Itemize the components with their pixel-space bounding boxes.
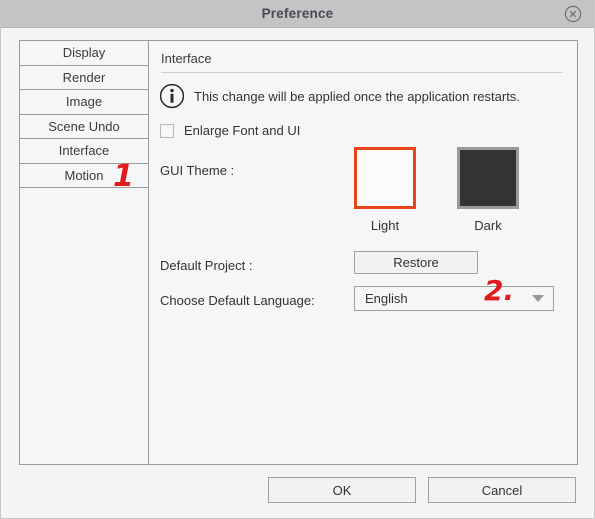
sidebar-item-interface[interactable]: Interface	[20, 139, 148, 164]
dialog-body: Display Render Image Scene Undo Interfac…	[1, 28, 594, 518]
ok-button[interactable]: OK	[268, 477, 416, 503]
cancel-button[interactable]: Cancel	[428, 477, 576, 503]
gui-theme-label: GUI Theme :	[160, 163, 235, 178]
theme-swatch-dark[interactable]	[457, 147, 519, 209]
sidebar-item-scene-undo[interactable]: Scene Undo	[20, 115, 148, 139]
sidebar-item-render[interactable]: Render	[20, 66, 148, 90]
dialog-footer: OK Cancel	[268, 477, 576, 503]
category-list: Display Render Image Scene Undo Interfac…	[19, 40, 149, 465]
enlarge-font-label: Enlarge Font and UI	[184, 123, 301, 138]
title-bar: Preference	[1, 0, 594, 28]
info-message-row: This change will be applied once the app…	[159, 83, 520, 109]
theme-swatch-light[interactable]	[354, 147, 416, 209]
theme-option-light[interactable]: Light	[354, 147, 416, 233]
enlarge-font-row[interactable]: Enlarge Font and UI	[160, 123, 300, 138]
restore-button[interactable]: Restore	[354, 251, 478, 274]
close-circle-icon[interactable]	[564, 5, 582, 23]
language-select-value: English	[365, 291, 408, 306]
panel-title: Interface	[161, 51, 212, 66]
theme-caption-light: Light	[370, 218, 400, 233]
theme-option-dark[interactable]: Dark	[457, 147, 519, 233]
chevron-down-icon[interactable]	[532, 295, 544, 302]
theme-caption-dark: Dark	[474, 218, 502, 233]
preference-dialog: Preference Display Render Image Scene Un…	[0, 0, 595, 519]
panel-divider	[161, 72, 563, 73]
settings-panel: Interface This change will be applied on…	[149, 40, 578, 465]
language-select[interactable]: English	[354, 286, 554, 311]
info-message-text: This change will be applied once the app…	[194, 88, 520, 104]
default-project-label: Default Project :	[160, 258, 253, 273]
info-circle-icon	[159, 83, 185, 109]
sidebar-item-motion[interactable]: Motion	[20, 164, 148, 188]
language-label: Choose Default Language:	[160, 293, 315, 308]
enlarge-font-checkbox[interactable]	[160, 123, 174, 138]
sidebar-item-display[interactable]: Display	[20, 41, 148, 66]
gui-theme-options: Light Dark	[354, 147, 519, 233]
sidebar-item-image[interactable]: Image	[20, 90, 148, 115]
window-title: Preference	[261, 6, 334, 21]
